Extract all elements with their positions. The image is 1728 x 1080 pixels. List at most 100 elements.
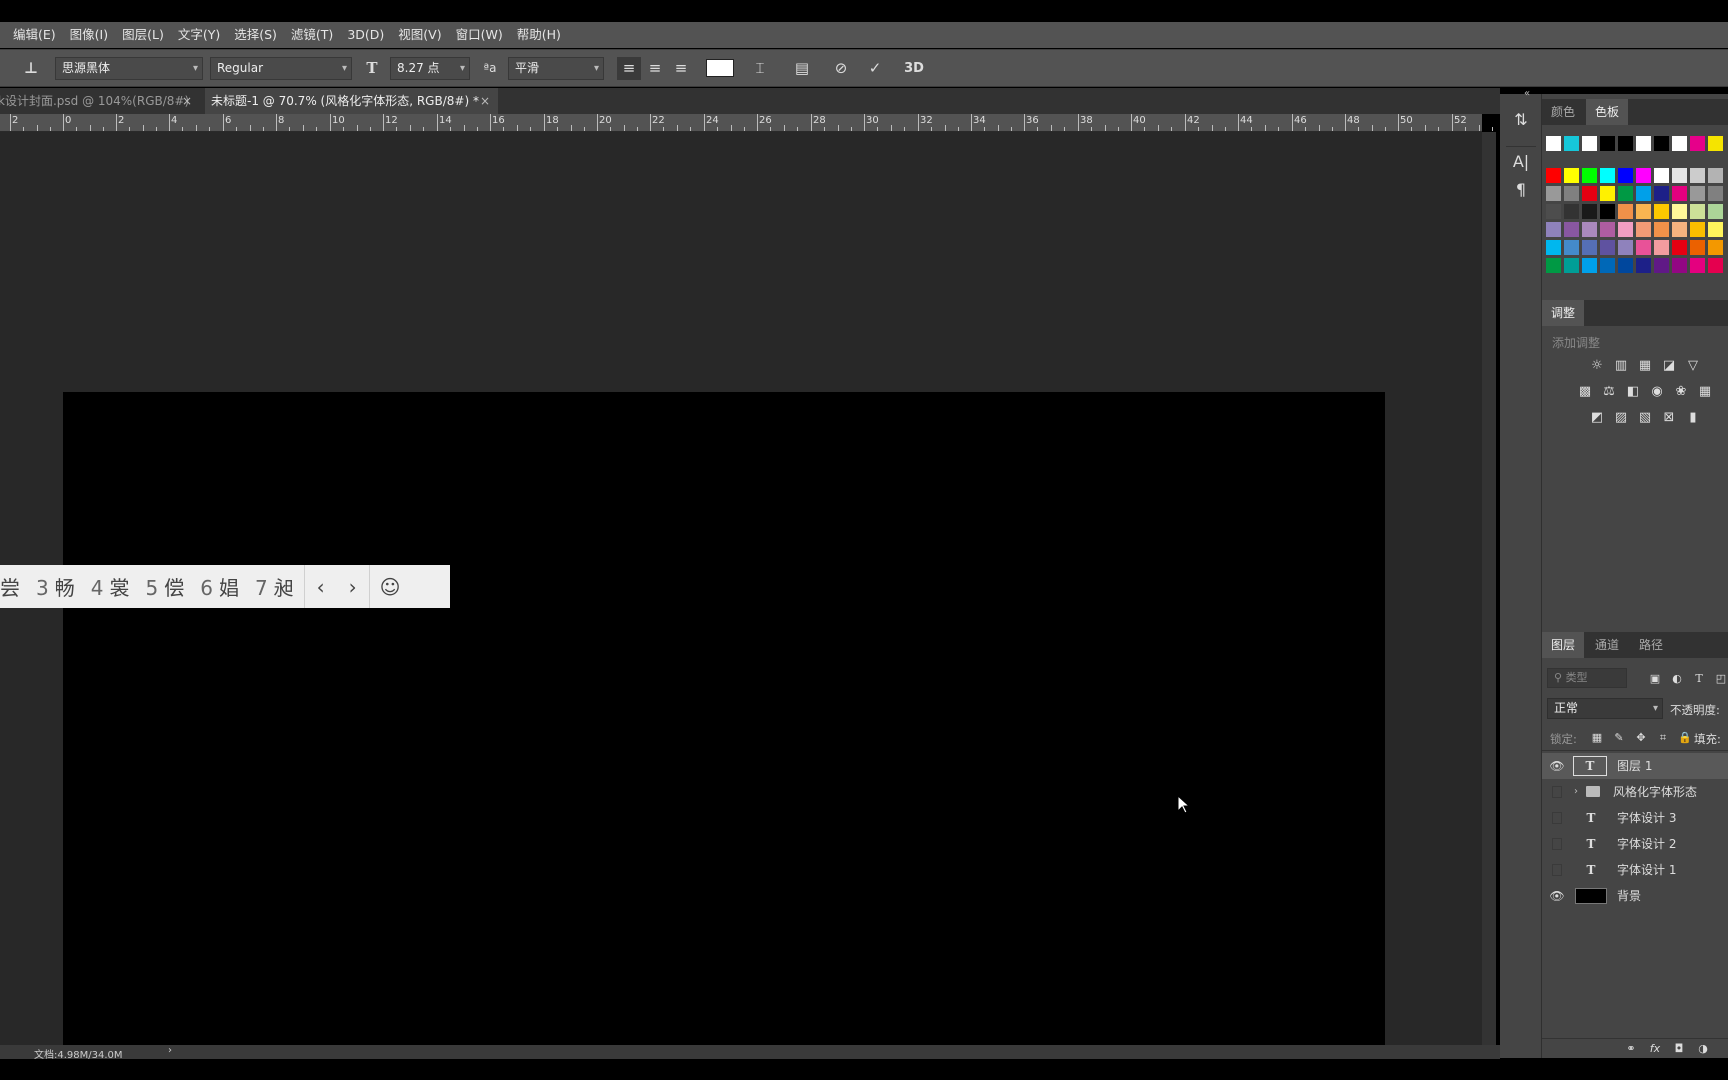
- tab-channels[interactable]: 通道: [1586, 632, 1628, 658]
- visibility-eye-icon[interactable]: [1552, 838, 1562, 850]
- font-family-select[interactable]: 思源黑体 ▾: [55, 57, 203, 80]
- color-lookup-icon[interactable]: ▦: [1696, 384, 1714, 400]
- color-swatch[interactable]: [1672, 136, 1687, 151]
- filter-type-icon[interactable]: T: [1690, 671, 1708, 687]
- tab-document-1[interactable]: k设计封面.psd @ 104%(RGB/8#) ×: [0, 88, 200, 114]
- close-icon[interactable]: ×: [182, 88, 192, 114]
- filter-adjust-icon[interactable]: ◐: [1668, 671, 1686, 687]
- color-swatch[interactable]: [1618, 204, 1633, 219]
- color-swatch[interactable]: [1564, 186, 1579, 201]
- text-tool-orientation-icon[interactable]: ⊥: [18, 57, 44, 80]
- color-swatch[interactable]: [1708, 240, 1723, 255]
- color-swatch[interactable]: [1582, 222, 1597, 237]
- color-swatch[interactable]: [1618, 136, 1633, 151]
- color-swatch[interactable]: [1546, 258, 1561, 273]
- color-swatch[interactable]: [1618, 240, 1633, 255]
- color-swatch[interactable]: [1600, 240, 1615, 255]
- layer-row[interactable]: T 字体设计 2: [1542, 831, 1728, 857]
- blend-mode-select[interactable]: 正常 ▾: [1547, 698, 1663, 719]
- color-swatch[interactable]: [1582, 204, 1597, 219]
- layer-row[interactable]: T 字体设计 3: [1542, 805, 1728, 831]
- posterize-icon[interactable]: ▨: [1612, 410, 1630, 426]
- selective-color-icon[interactable]: ⊠: [1660, 410, 1678, 426]
- horizontal-ruler[interactable]: 2 0 2 4 6 8 10 12 14 16 18 20 22 24 26 28 30 32 34 36 38 40 42…: [0, 114, 1493, 132]
- visibility-eye-icon[interactable]: 👁: [1547, 883, 1567, 909]
- align-right-icon[interactable]: ≡: [669, 57, 693, 80]
- color-swatch[interactable]: [1600, 258, 1615, 273]
- tab-document-2[interactable]: 未标题-1 @ 70.7% (风格化字体形态, RGB/8#) * ×: [205, 88, 498, 114]
- color-swatch[interactable]: [1672, 258, 1687, 273]
- color-swatch[interactable]: [1708, 222, 1723, 237]
- color-swatch[interactable]: [1618, 168, 1633, 183]
- commit-check-icon[interactable]: ✓: [863, 57, 887, 80]
- status-arrow-icon[interactable]: ›: [168, 1045, 172, 1056]
- color-swatch[interactable]: [1546, 240, 1561, 255]
- invert-icon[interactable]: ◩: [1588, 410, 1606, 426]
- color-swatch[interactable]: [1564, 168, 1579, 183]
- lock-move-icon[interactable]: ✥: [1632, 730, 1650, 746]
- document-canvas[interactable]: shang: [63, 392, 1385, 1050]
- color-swatch[interactable]: [1654, 222, 1669, 237]
- lock-all-icon[interactable]: 🔒: [1676, 730, 1694, 746]
- link-layers-icon[interactable]: ⚭: [1622, 1041, 1640, 1057]
- color-swatch[interactable]: [1546, 204, 1561, 219]
- lock-transparent-icon[interactable]: ▦: [1588, 730, 1606, 746]
- color-swatch[interactable]: [1708, 168, 1723, 183]
- color-swatch[interactable]: [1564, 204, 1579, 219]
- align-center-icon[interactable]: ≡: [643, 57, 667, 80]
- color-swatch[interactable]: [1672, 222, 1687, 237]
- color-swatch[interactable]: [1582, 136, 1597, 151]
- color-swatch[interactable]: [1564, 258, 1579, 273]
- emoji-icon[interactable]: ☺: [370, 575, 411, 599]
- color-swatch[interactable]: [1636, 204, 1651, 219]
- menu-item[interactable]: 文字(Y): [171, 22, 227, 48]
- color-swatch[interactable]: [1654, 136, 1669, 151]
- color-swatch[interactable]: [1654, 240, 1669, 255]
- color-swatch[interactable]: [1636, 222, 1651, 237]
- menu-item[interactable]: 窗口(W): [449, 22, 510, 48]
- close-icon[interactable]: ×: [480, 88, 490, 114]
- color-swatch[interactable]: [1618, 222, 1633, 237]
- align-left-icon[interactable]: ≡: [617, 57, 641, 80]
- color-swatch[interactable]: [1708, 186, 1723, 201]
- character-icon[interactable]: A|: [1509, 150, 1533, 174]
- color-swatch[interactable]: [1600, 204, 1615, 219]
- tab-color[interactable]: 颜色: [1542, 99, 1584, 125]
- filter-shape-icon[interactable]: ◰: [1712, 671, 1728, 687]
- color-swatch[interactable]: [1582, 258, 1597, 273]
- menu-item[interactable]: 3D(D): [340, 22, 391, 48]
- properties-icon[interactable]: ⇅: [1509, 108, 1533, 132]
- menu-item[interactable]: 视图(V): [391, 22, 448, 48]
- color-swatch[interactable]: [1618, 186, 1633, 201]
- ime-candidate[interactable]: 6娼: [192, 572, 247, 601]
- font-size-select[interactable]: 8.27 点 ▾: [390, 57, 470, 80]
- menu-item[interactable]: 选择(S): [227, 22, 284, 48]
- color-swatch[interactable]: [1672, 204, 1687, 219]
- menu-item[interactable]: 图像(I): [63, 22, 115, 48]
- lock-brush-icon[interactable]: ✎: [1610, 730, 1628, 746]
- ime-candidate[interactable]: 5偿: [137, 572, 192, 601]
- color-swatch[interactable]: [1636, 186, 1651, 201]
- layer-row[interactable]: › 风格化字体形态: [1542, 779, 1728, 805]
- antialias-select[interactable]: 平滑 ▾: [508, 57, 604, 80]
- menu-item[interactable]: 滤镜(T): [284, 22, 340, 48]
- curves-icon[interactable]: ▦: [1636, 358, 1654, 374]
- visibility-eye-icon[interactable]: [1552, 812, 1562, 824]
- color-swatch[interactable]: [1636, 240, 1651, 255]
- color-swatch[interactable]: [1618, 258, 1633, 273]
- color-swatch[interactable]: [1600, 222, 1615, 237]
- text-color-swatch[interactable]: [706, 59, 734, 77]
- color-swatch[interactable]: [1654, 258, 1669, 273]
- color-swatch[interactable]: [1636, 258, 1651, 273]
- visibility-eye-icon[interactable]: 👁: [1547, 753, 1567, 779]
- color-swatch[interactable]: [1636, 136, 1651, 151]
- expand-arrow-icon[interactable]: ›: [1574, 779, 1578, 805]
- next-page-icon[interactable]: ›: [337, 575, 369, 599]
- cancel-icon[interactable]: ⊘: [829, 57, 853, 80]
- color-swatch[interactable]: [1600, 186, 1615, 201]
- color-swatch[interactable]: [1690, 204, 1705, 219]
- fx-icon[interactable]: fx: [1646, 1041, 1664, 1057]
- color-swatch[interactable]: [1564, 222, 1579, 237]
- new-adjustment-icon[interactable]: ◑: [1694, 1041, 1712, 1057]
- color-swatch[interactable]: [1690, 168, 1705, 183]
